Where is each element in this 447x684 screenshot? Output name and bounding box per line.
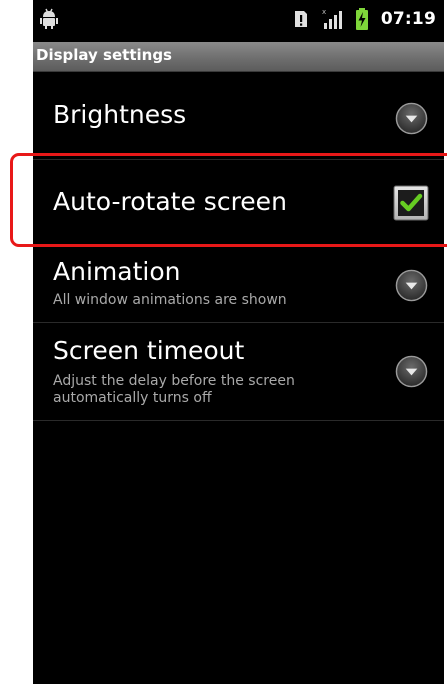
setting-title: Brightness: [53, 100, 187, 129]
signal-icon: x: [322, 8, 342, 29]
chevron-down-circle-icon[interactable]: [395, 355, 428, 388]
settings-list: Brightness Auto-rotate screen Animation …: [33, 72, 444, 421]
status-time: 07:19: [380, 8, 436, 29]
setting-row-brightness[interactable]: Brightness: [33, 72, 444, 160]
battery-charging-icon: [355, 7, 368, 30]
phone-screen: x 07:19 Display settings Brightness Auto…: [33, 0, 444, 684]
chevron-down-circle-icon[interactable]: [395, 102, 428, 135]
status-bar: x 07:19: [33, 0, 444, 37]
status-icons: x 07:19: [293, 0, 436, 37]
checkbox-checked-icon[interactable]: [393, 185, 429, 221]
setting-summary: All window animations are shown: [53, 292, 287, 308]
title-bar: Display settings: [33, 42, 444, 72]
page-title: Display settings: [36, 46, 172, 64]
android-debug-icon: [40, 8, 58, 29]
setting-row-animation[interactable]: Animation All window animations are show…: [33, 247, 444, 323]
setting-row-auto-rotate[interactable]: Auto-rotate screen: [33, 160, 444, 247]
setting-row-screen-timeout[interactable]: Screen timeout Adjust the delay before t…: [33, 323, 444, 421]
setting-title: Screen timeout: [53, 336, 245, 365]
setting-title: Auto-rotate screen: [53, 187, 287, 216]
sd-card-icon: [294, 10, 307, 27]
setting-title: Animation: [53, 257, 181, 286]
svg-text:x: x: [322, 8, 326, 16]
chevron-down-circle-icon[interactable]: [395, 269, 428, 302]
setting-summary: Adjust the delay before the screen autom…: [53, 373, 295, 406]
